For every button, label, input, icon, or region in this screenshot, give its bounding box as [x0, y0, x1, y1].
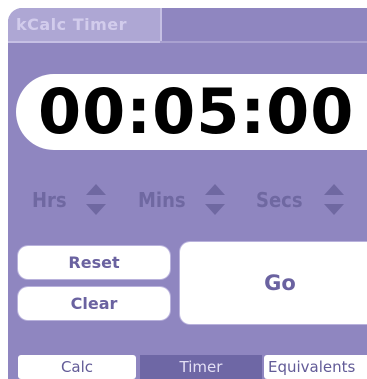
hours-up-arrow-icon[interactable] — [86, 184, 106, 195]
reset-button[interactable]: Reset — [18, 246, 170, 279]
seconds-up-arrow-icon[interactable] — [324, 184, 344, 195]
tab-calc[interactable]: Calc — [18, 355, 136, 379]
hours-down-arrow-icon[interactable] — [86, 204, 106, 215]
hours-spinner: Hrs — [32, 178, 122, 228]
minutes-spinner: Mins — [138, 178, 238, 228]
tab-bar: Calc Timer Equivalents — [8, 355, 367, 379]
app-root: kCalc Timer 00:05:00 Hrs Mins Secs Reset… — [0, 0, 367, 379]
title-divider — [160, 41, 367, 43]
seconds-spinner: Secs — [256, 178, 356, 228]
time-display: 00:05:00 — [16, 74, 367, 150]
clear-button[interactable]: Clear — [18, 287, 170, 320]
minutes-up-arrow-icon[interactable] — [205, 184, 225, 195]
title-tab: kCalc Timer — [8, 8, 162, 43]
time-display-text: 00:05:00 — [38, 75, 355, 148]
minutes-label: Mins — [138, 188, 186, 212]
seconds-down-arrow-icon[interactable] — [324, 204, 344, 215]
tab-equivalents[interactable]: Equivalents — [264, 355, 367, 379]
tab-timer[interactable]: Timer — [140, 355, 262, 379]
window-title: kCalc Timer — [16, 15, 128, 34]
go-button[interactable]: Go — [180, 242, 367, 324]
seconds-label: Secs — [256, 188, 303, 212]
hours-label: Hrs — [32, 188, 67, 212]
minutes-down-arrow-icon[interactable] — [205, 204, 225, 215]
timer-window: kCalc Timer 00:05:00 Hrs Mins Secs Reset… — [8, 8, 367, 379]
